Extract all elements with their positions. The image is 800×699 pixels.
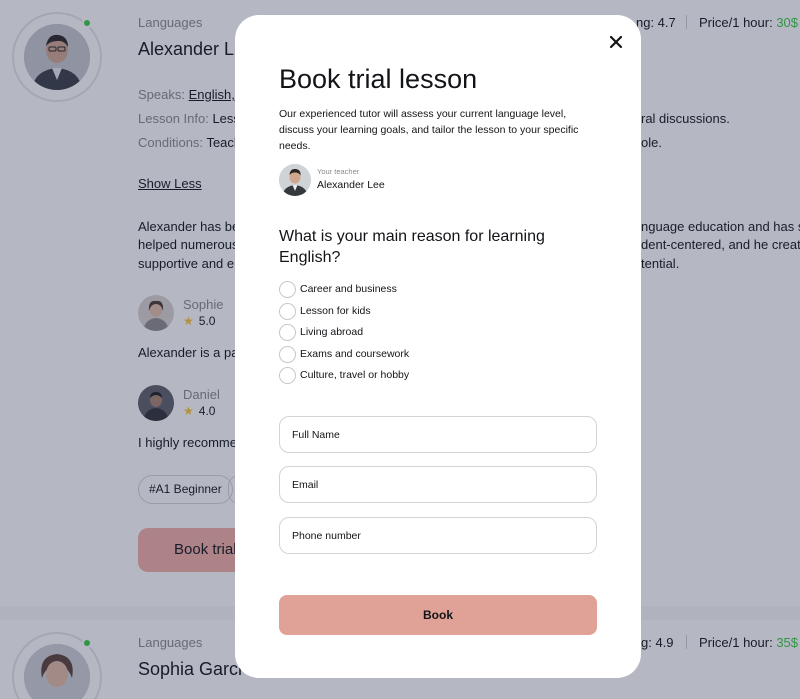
option-label: Career and business <box>300 283 397 295</box>
full-name-field[interactable] <box>279 416 597 453</box>
modal-description: Our experienced tutor will assess your c… <box>279 108 579 152</box>
option-label: Lesson for kids <box>300 305 371 317</box>
modal-title: Book trial lesson <box>279 64 478 94</box>
close-button[interactable] <box>605 31 627 53</box>
email-field[interactable] <box>279 466 597 503</box>
teacher-name: Alexander Lee <box>317 179 385 191</box>
book-button[interactable]: Book <box>279 595 597 635</box>
radio-button[interactable] <box>279 367 296 384</box>
radio-button[interactable] <box>279 303 296 320</box>
book-trial-modal: Book trial lesson Our experienced tutor … <box>235 15 641 678</box>
option-label: Culture, travel or hobby <box>300 369 410 381</box>
option-label: Living abroad <box>300 326 364 338</box>
radio-button[interactable] <box>279 324 296 341</box>
teacher-avatar <box>279 164 311 196</box>
radio-button[interactable] <box>279 281 296 298</box>
phone-field[interactable] <box>279 517 597 554</box>
radio-button[interactable] <box>279 346 296 363</box>
option-label: Exams and coursework <box>300 348 410 360</box>
reason-question: What is your main reason for learning En… <box>279 228 545 266</box>
teacher-caption: Your teacher <box>317 167 360 176</box>
close-icon <box>609 35 623 49</box>
